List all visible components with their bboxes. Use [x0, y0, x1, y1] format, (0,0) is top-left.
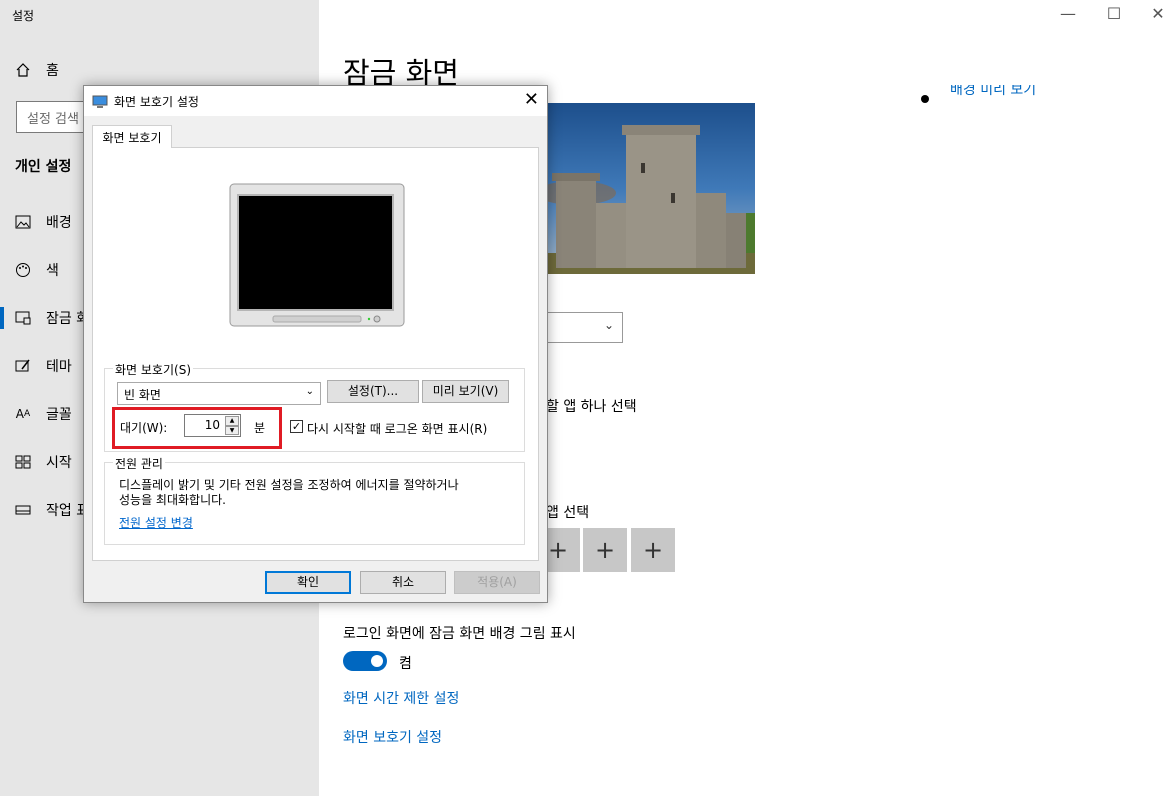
screensaver-group-label: 화면 보호기(S)	[113, 361, 193, 378]
background-type-dropdown[interactable]: ⌄	[546, 312, 623, 343]
logon-background-toggle[interactable]	[343, 651, 387, 671]
nav-home[interactable]: 홈	[14, 58, 59, 82]
dialog-titlebar: 화면 보호기 설정 ✕	[84, 86, 547, 116]
toggle-knob	[371, 655, 383, 667]
minimize-button[interactable]: —	[1054, 4, 1082, 23]
apply-button: 적용(A)	[454, 571, 540, 594]
sidebar-item-background[interactable]: 배경	[14, 210, 72, 234]
resume-logon-label: 다시 시작할 때 로그온 화면 표시(R)	[307, 422, 488, 436]
start-grid-icon	[14, 453, 32, 471]
palette-icon	[14, 261, 32, 279]
sidebar-item-color[interactable]: 색	[14, 258, 59, 282]
theme-brush-icon	[14, 357, 32, 375]
sidebar-item-theme[interactable]: 테마	[14, 354, 72, 378]
nav-home-label: 홈	[46, 63, 59, 79]
screensaver-settings-button[interactable]: 설정(T)...	[327, 380, 419, 403]
home-icon	[14, 61, 32, 79]
sidebar-item-label: 테마	[46, 359, 72, 375]
dialog-close-icon[interactable]: ✕	[524, 89, 539, 110]
chevron-down-icon: ⌄	[305, 386, 314, 397]
resume-logon-checkbox[interactable]: ✓	[290, 420, 303, 433]
active-nav-indicator	[0, 307, 4, 329]
sidebar-item-label: 배경	[46, 215, 72, 231]
screensaver-dialog: 화면 보호기 설정 ✕ 화면 보호기 화면 보호기(S) 빈 화면 ⌄ 설정(T…	[83, 85, 548, 603]
screen-timeout-link[interactable]: 화면 시간 제한 설정	[343, 688, 459, 708]
choose-app-detail-text: 할 앱 하나 선택	[546, 399, 637, 415]
sidebar-item-label: 색	[46, 263, 59, 279]
taskbar-icon	[14, 501, 32, 519]
screensaver-select[interactable]: 빈 화면 ⌄	[117, 382, 321, 405]
power-settings-link[interactable]: 전원 설정 변경	[119, 514, 193, 531]
monitor-icon	[92, 94, 108, 108]
lock-screen-icon	[14, 309, 32, 327]
sidebar-item-start[interactable]: 시작	[14, 450, 72, 474]
app-title: 설정	[12, 9, 35, 23]
background-preview-link[interactable]: 배경 미리 보기	[950, 85, 1036, 98]
screensaver-select-value: 빈 화면	[124, 388, 161, 402]
font-icon: AA	[15, 407, 31, 421]
section-heading: 개인 설정	[15, 159, 72, 175]
monitor-preview	[229, 183, 405, 328]
choose-apps-quick-text: 앱 선택	[546, 505, 590, 521]
preview-button[interactable]: 미리 보기(V)	[422, 380, 509, 403]
add-quick-status-app-button[interactable]: +	[583, 528, 627, 572]
power-description-line2: 성능을 최대화합니다.	[119, 493, 226, 507]
sidebar-item-label: 글꼴	[46, 407, 72, 423]
power-group-label: 전원 관리	[113, 455, 165, 472]
highlight-annotation-box	[112, 407, 282, 449]
ok-button[interactable]: 확인	[265, 571, 351, 594]
bullet-dot	[921, 95, 929, 103]
cancel-button[interactable]: 취소	[360, 571, 446, 594]
tab-screensaver[interactable]: 화면 보호기	[92, 125, 172, 148]
picture-icon	[14, 213, 32, 231]
sidebar-item-label: 시작	[46, 455, 72, 471]
toggle-state-label: 켬	[399, 656, 412, 672]
lock-screen-preview-image	[546, 103, 755, 274]
maximize-button[interactable]: ☐	[1100, 4, 1128, 23]
add-quick-status-app-button[interactable]: +	[631, 528, 675, 572]
logon-background-label: 로그인 화면에 잠금 화면 배경 그림 표시	[343, 626, 576, 642]
window-close-button[interactable]: ✕	[1144, 4, 1172, 23]
screensaver-settings-link[interactable]: 화면 보호기 설정	[343, 727, 442, 747]
sidebar-item-fonts[interactable]: AA 글꼴	[14, 402, 72, 426]
chevron-down-icon: ⌄	[603, 318, 614, 332]
dialog-title: 화면 보호기 설정	[114, 95, 199, 109]
